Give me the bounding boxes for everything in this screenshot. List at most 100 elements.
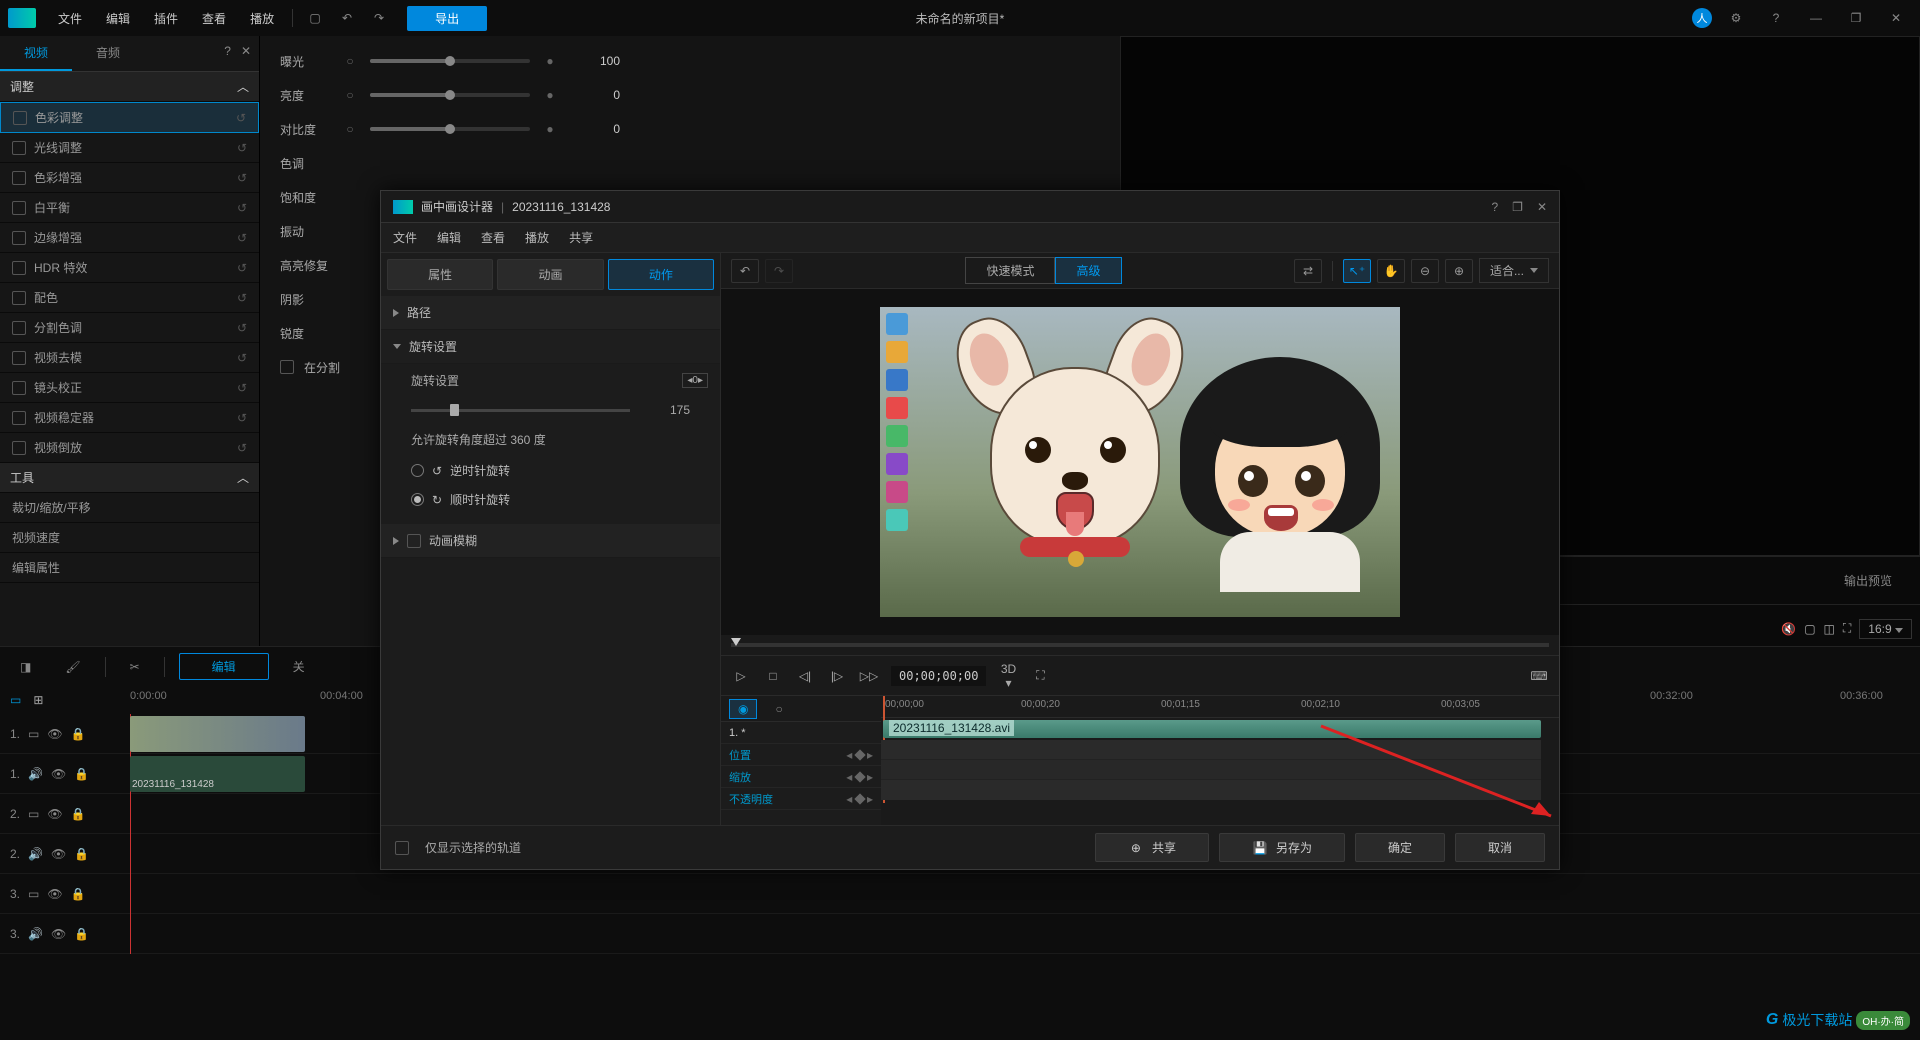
adjust-item[interactable]: 分割色调↺ [0, 313, 259, 343]
dlg-tab-animation[interactable]: 动画 [497, 259, 603, 290]
reset-icon[interactable]: ↺ [237, 441, 247, 455]
tab-audio[interactable]: 音频 [72, 36, 144, 71]
dlg-menu-file[interactable]: 文件 [393, 229, 417, 246]
reset-icon[interactable]: ↺ [237, 381, 247, 395]
adjust-item[interactable]: HDR 特效↺ [0, 253, 259, 283]
reset-icon[interactable]: ↺ [237, 261, 247, 275]
next-frame-icon[interactable]: |▷ [827, 669, 847, 683]
menu-edit[interactable]: 编辑 [94, 10, 142, 27]
rotate-slider[interactable] [411, 409, 630, 412]
reset-icon[interactable]: ↺ [237, 351, 247, 365]
dlg-track-scale[interactable]: 缩放 [721, 769, 759, 785]
dlg-menu-play[interactable]: 播放 [525, 229, 549, 246]
settings-icon[interactable]: ⚙ [1724, 6, 1748, 30]
tool-item[interactable]: 视频速度 [0, 523, 259, 553]
menu-play[interactable]: 播放 [238, 10, 286, 27]
dlg-track-opacity[interactable]: 不透明度 [721, 791, 781, 807]
panel-close-icon[interactable]: ✕ [241, 44, 251, 63]
dual-view-icon[interactable]: ◫ [1824, 622, 1835, 636]
prop-slider[interactable] [370, 93, 530, 97]
visibility-icon[interactable]: 👁 [47, 807, 62, 821]
adjust-item[interactable]: 色彩增强↺ [0, 163, 259, 193]
threed-button[interactable]: 3D ▾ [998, 662, 1018, 690]
dlg-menu-edit[interactable]: 编辑 [437, 229, 461, 246]
visibility-icon[interactable]: 👁 [51, 847, 66, 861]
adjust-item[interactable]: 光线调整↺ [0, 133, 259, 163]
tl-view-mode-1-icon[interactable]: ▭ [10, 693, 21, 707]
audio-clip[interactable]: 20231116_131428 [130, 756, 305, 792]
help-icon[interactable]: ? [1764, 6, 1788, 30]
menu-plugin[interactable]: 插件 [142, 10, 190, 27]
dialog-close-icon[interactable]: ✕ [1537, 200, 1547, 214]
maximize-icon[interactable]: ❐ [1844, 6, 1868, 30]
flip-horizontal-icon[interactable]: ⇄ [1294, 259, 1322, 283]
menu-file[interactable]: 文件 [46, 10, 94, 27]
tl-brush-icon[interactable]: 🖌 [55, 656, 90, 678]
adjust-item[interactable]: 镜头校正↺ [0, 373, 259, 403]
aspect-ratio-dropdown[interactable]: 16:9 [1859, 619, 1912, 639]
ok-button[interactable]: 确定 [1355, 833, 1445, 862]
video-clip[interactable] [130, 716, 305, 752]
adjust-item[interactable]: 视频去模↺ [0, 343, 259, 373]
minimize-icon[interactable]: — [1804, 6, 1828, 30]
visibility-icon[interactable]: 👁 [51, 927, 66, 941]
checkbox-icon[interactable] [280, 360, 294, 374]
dlg-tab-action[interactable]: 动作 [608, 259, 714, 290]
hand-tool-icon[interactable]: ✋ [1377, 259, 1405, 283]
tool-item[interactable]: 裁切/缩放/平移 [0, 493, 259, 523]
dlg-tab-properties[interactable]: 属性 [387, 259, 493, 290]
tl-edit-button[interactable]: 编辑 [179, 653, 269, 680]
reset-icon[interactable]: ↺ [237, 321, 247, 335]
tl-cut-icon[interactable]: ✂ [120, 656, 150, 678]
adjust-item[interactable]: 视频倒放↺ [0, 433, 259, 463]
cw-radio[interactable]: ↻ 顺时针旋转 [381, 485, 720, 514]
adjust-item[interactable]: 配色↺ [0, 283, 259, 313]
dlg-preview-viewport[interactable] [721, 289, 1559, 635]
reset-icon[interactable]: ↺ [237, 411, 247, 425]
prop-slider[interactable] [370, 59, 530, 63]
close-icon[interactable]: ✕ [1884, 6, 1908, 30]
keyboard-icon[interactable]: ⌨ [1529, 669, 1549, 683]
advanced-mode-button[interactable]: 高级 [1055, 257, 1121, 284]
visibility-icon[interactable]: 👁 [47, 887, 62, 901]
visibility-icon[interactable]: 👁 [47, 727, 62, 741]
reset-icon[interactable]: ↺ [237, 141, 247, 155]
tool-item[interactable]: 编辑属性 [0, 553, 259, 583]
save-icon[interactable]: ▢ [303, 6, 327, 30]
lock-icon[interactable]: 🔒 [74, 767, 89, 781]
prev-frame-icon[interactable]: ◁| [795, 669, 815, 683]
snapshot-icon[interactable]: ▢ [1804, 622, 1815, 636]
prop-slider[interactable] [370, 127, 530, 131]
zoom-out-icon[interactable]: ⊖ [1411, 259, 1439, 283]
adjust-item[interactable]: 边缘增强↺ [0, 223, 259, 253]
reset-icon[interactable]: ↺ [237, 291, 247, 305]
lock-icon[interactable]: 🔒 [71, 727, 86, 741]
tl-tool-1-icon[interactable]: ◨ [10, 656, 41, 678]
dlg-time-ruler[interactable]: 00;00;00 00;00;20 00;01;15 00;02;10 00;0… [881, 696, 1559, 718]
export-button[interactable]: 导出 [407, 6, 487, 31]
dlg-undo-icon[interactable]: ↶ [731, 259, 759, 283]
tl-close-label[interactable]: 关 [283, 654, 315, 679]
visibility-icon[interactable]: 👁 [51, 767, 66, 781]
ccw-radio[interactable]: ↺ 逆时针旋转 [381, 456, 720, 485]
kf-view-active-icon[interactable]: ◉ [729, 699, 757, 719]
cancel-button[interactable]: 取消 [1455, 833, 1545, 862]
lock-icon[interactable]: 🔒 [74, 927, 89, 941]
fast-forward-icon[interactable]: ▷▷ [859, 669, 879, 683]
dlg-section-path[interactable]: 路径 [381, 296, 720, 330]
save-as-button[interactable]: 💾另存为 [1219, 833, 1345, 862]
dialog-help-icon[interactable]: ? [1491, 200, 1498, 214]
dlg-redo-icon[interactable]: ↷ [765, 259, 793, 283]
zoom-in-icon[interactable]: ⊕ [1445, 259, 1473, 283]
reset-icon[interactable]: ↺ [237, 201, 247, 215]
tl-view-mode-2-icon[interactable]: ⊞ [33, 693, 43, 707]
dlg-track-position[interactable]: 位置 [721, 747, 759, 763]
share-button[interactable]: ⊕共享 [1095, 833, 1209, 862]
lock-icon[interactable]: 🔒 [71, 887, 86, 901]
dlg-section-rotate[interactable]: 旋转设置 [381, 330, 720, 364]
select-tool-icon[interactable]: ↖⁺ [1343, 259, 1371, 283]
menu-view[interactable]: 查看 [190, 10, 238, 27]
stop-icon[interactable]: □ [763, 669, 783, 683]
dialog-restore-icon[interactable]: ❐ [1512, 200, 1523, 214]
keyframe-toggle[interactable]: ◂0▸ [682, 373, 708, 388]
